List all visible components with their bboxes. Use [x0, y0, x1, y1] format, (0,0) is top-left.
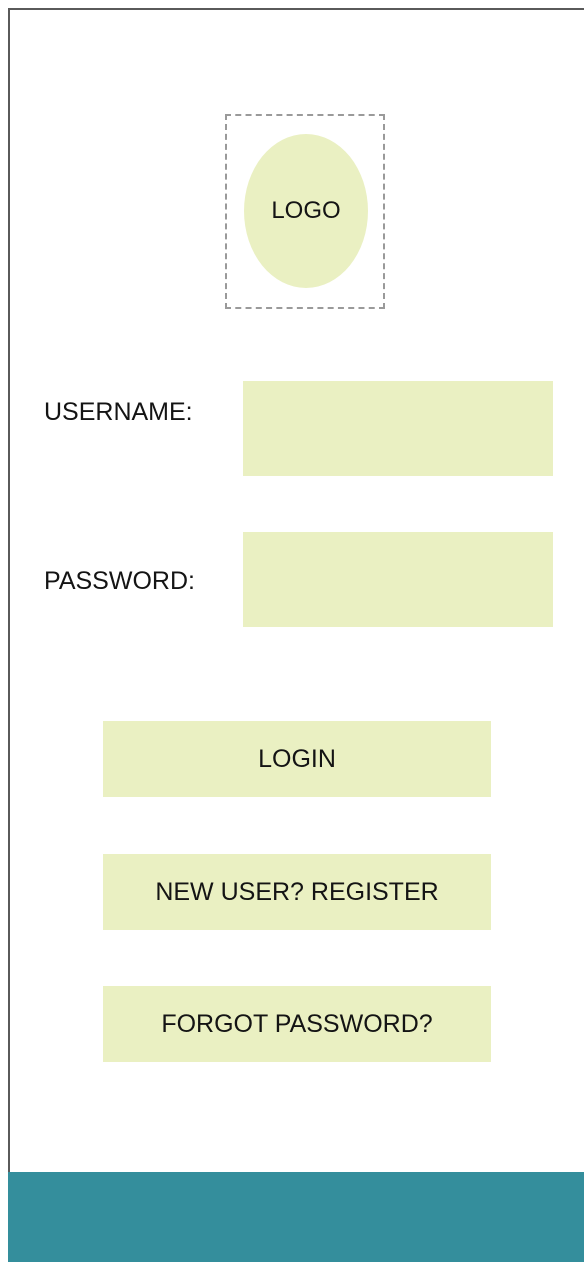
forgot-password-button[interactable]: FORGOT PASSWORD? [103, 986, 491, 1062]
footer-bar [8, 1172, 584, 1262]
username-input[interactable] [243, 381, 553, 476]
logo: LOGO [244, 134, 368, 288]
login-button-label: LOGIN [258, 744, 336, 773]
register-button[interactable]: NEW USER? REGISTER [103, 854, 491, 930]
password-label: PASSWORD: [44, 567, 195, 595]
forgot-password-button-label: FORGOT PASSWORD? [161, 1009, 433, 1038]
username-label: USERNAME: [44, 398, 193, 426]
logo-text: LOGO [271, 197, 341, 224]
register-button-label: NEW USER? REGISTER [155, 877, 439, 906]
password-input[interactable] [243, 532, 553, 627]
login-button[interactable]: LOGIN [103, 721, 491, 797]
